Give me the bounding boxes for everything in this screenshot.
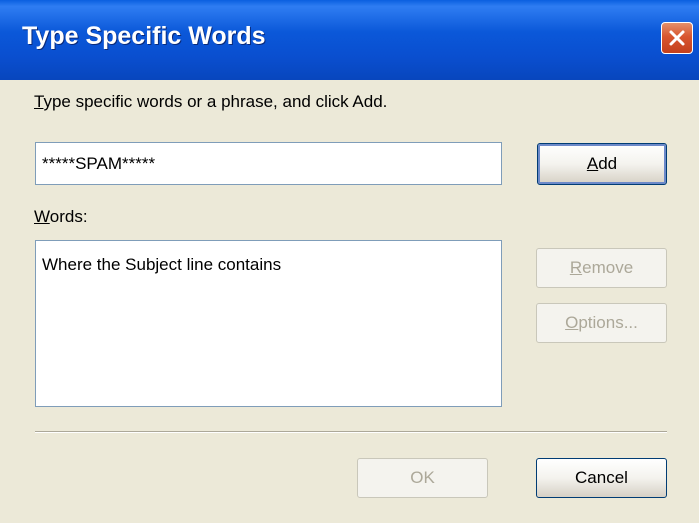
add-hotkey: A	[586, 154, 599, 173]
options-label: ptions...	[578, 313, 638, 332]
remove-label: emove	[582, 258, 634, 277]
dialog-title: Type Specific Words	[22, 22, 266, 50]
close-button[interactable]	[661, 22, 693, 54]
separator	[35, 431, 667, 433]
remove-hotkey: R	[569, 258, 583, 277]
add-label: dd	[598, 154, 618, 173]
title-bar[interactable]: Type Specific Words	[0, 0, 699, 80]
close-icon	[669, 30, 685, 46]
add-button[interactable]: Add	[537, 143, 667, 185]
list-item[interactable]: Where the Subject line contains	[42, 254, 495, 276]
instruction-text: ype specific words or a phrase, and clic…	[43, 92, 388, 111]
options-button[interactable]: Options...	[536, 303, 667, 343]
words-input[interactable]	[35, 142, 502, 185]
words-list[interactable]: Where the Subject line contains	[35, 240, 502, 407]
words-label-hotkey: W	[34, 207, 50, 226]
ok-button[interactable]: OK	[357, 458, 488, 498]
dialog-window: Type Specific Words Type specific words …	[0, 0, 699, 523]
words-label-text: ords:	[49, 207, 88, 226]
options-hotkey: O	[565, 313, 579, 332]
cancel-button[interactable]: Cancel	[536, 458, 667, 498]
remove-button[interactable]: Remove	[536, 248, 667, 288]
instruction-label: Type specific words or a phrase, and cli…	[34, 92, 387, 112]
words-label: Words:	[34, 207, 88, 227]
